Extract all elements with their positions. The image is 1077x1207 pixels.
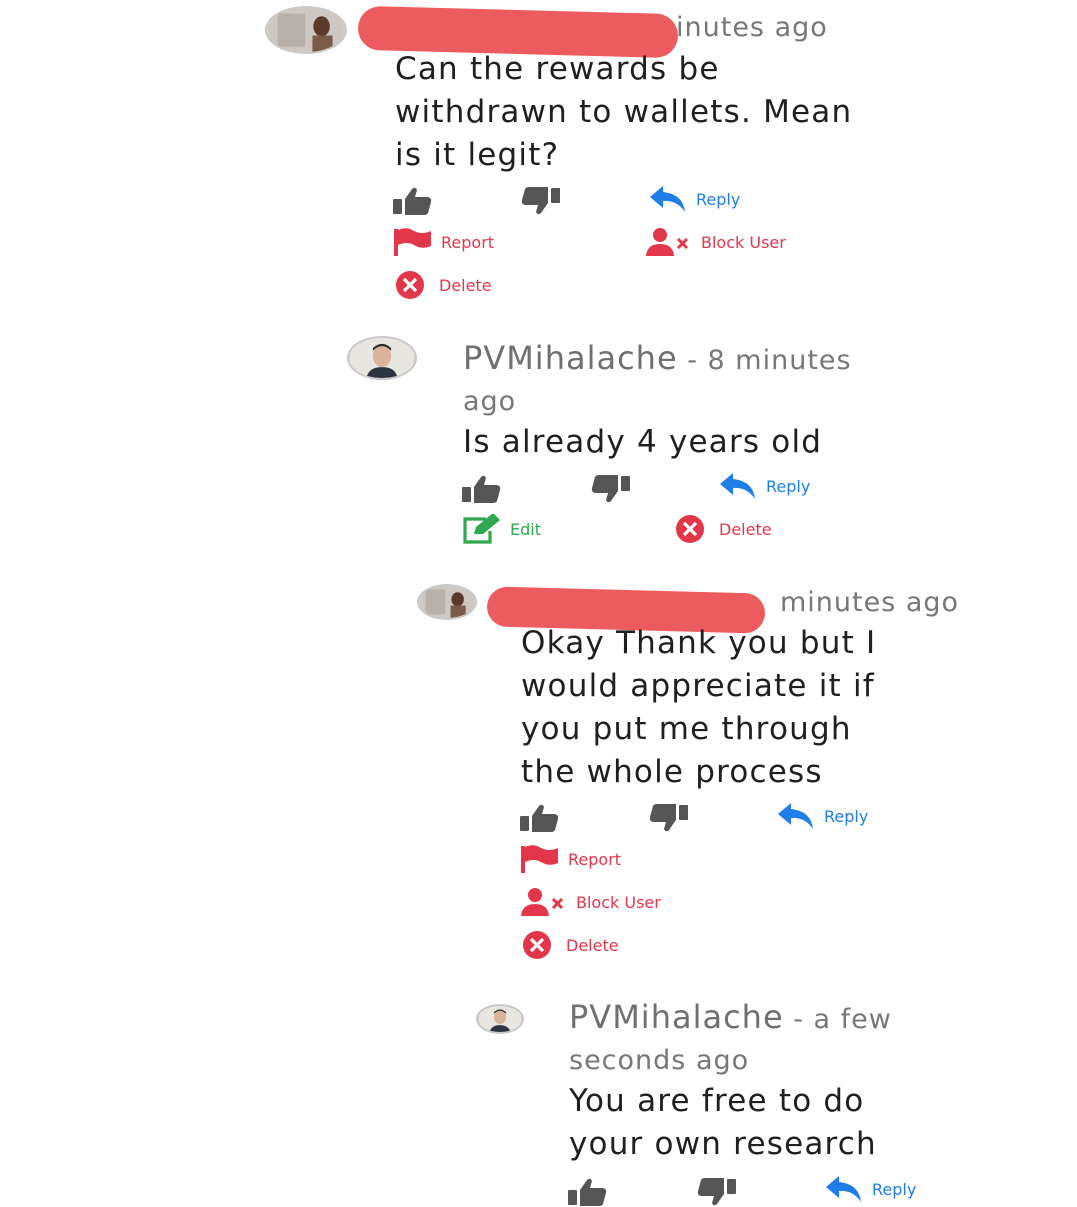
delete-label: Delete: [439, 275, 492, 295]
comment-timestamp-continued: seconds ago: [569, 1045, 750, 1076]
thumbs-up-icon: [462, 475, 501, 503]
dislike-button[interactable]: [648, 803, 688, 833]
report-button[interactable]: Report: [520, 844, 621, 874]
comment-text-line: withdrawn to wallets. Mean: [395, 94, 853, 130]
comment-text-line: the whole process: [521, 754, 823, 790]
times-circle-icon: [523, 931, 551, 959]
comment-timestamp: inutes ago: [676, 12, 828, 43]
comment-timestamp: minutes ago: [780, 587, 960, 618]
comment-timestamp-continued: ago: [463, 386, 517, 417]
delete-button[interactable]: Delete: [520, 930, 619, 960]
user-photo: [479, 1006, 521, 1032]
user-photo: [268, 8, 344, 52]
comment-text-line: your own research: [569, 1126, 877, 1162]
like-button[interactable]: [462, 474, 502, 504]
delete-label: Delete: [566, 935, 619, 955]
comment-text: Okay Thank you but I would appreciate it…: [521, 622, 1041, 794]
thumbs-down-icon: [591, 475, 630, 503]
block-user-label: Block User: [701, 232, 786, 252]
reply-label: Reply: [766, 476, 811, 496]
report-label: Report: [441, 232, 495, 252]
comment-text: Can the rewards be withdrawn to wallets.…: [395, 48, 1035, 177]
comment-meta: PVMihalache - a few: [569, 998, 892, 1036]
reply-button[interactable]: Reply: [718, 471, 810, 501]
avatar[interactable]: [417, 584, 477, 620]
user-photo: [420, 586, 474, 618]
block-user-button[interactable]: Block User: [645, 227, 786, 257]
reply-label: Reply: [696, 189, 741, 209]
flag-icon: [521, 845, 558, 873]
comment-timestamp: - a few: [783, 1004, 892, 1035]
avatar[interactable]: [476, 1004, 524, 1034]
dislike-button[interactable]: [520, 186, 560, 216]
reply-button[interactable]: Reply: [776, 801, 868, 831]
thumbs-up-icon: [520, 804, 559, 832]
reply-arrow-icon: [778, 803, 813, 829]
delete-label: Delete: [719, 519, 772, 539]
comment-text-line: you put me through: [521, 711, 852, 747]
comment-text-line: is it legit?: [395, 137, 560, 173]
delete-button[interactable]: Delete: [673, 514, 772, 544]
block-user-button[interactable]: Block User: [520, 887, 661, 917]
reply-arrow-icon: [650, 186, 685, 212]
user-photo: [350, 338, 414, 378]
times-circle-icon: [676, 515, 704, 543]
reply-label: Reply: [824, 806, 869, 826]
comment-text-line: would appreciate it if: [521, 668, 875, 704]
report-label: Report: [568, 849, 622, 869]
comment-text: You are free to do your own research: [569, 1080, 1049, 1166]
like-button[interactable]: [520, 803, 560, 833]
dislike-button[interactable]: [590, 474, 630, 504]
thumbs-up-icon: [393, 187, 432, 215]
user-times-icon: [646, 228, 689, 256]
like-button[interactable]: [393, 186, 433, 216]
thumbs-down-icon: [649, 804, 688, 832]
comment-text-line: Okay Thank you but I: [521, 625, 877, 661]
comment-text-line: Can the rewards be: [395, 51, 720, 87]
like-button[interactable]: [568, 1177, 608, 1207]
comment-author[interactable]: PVMihalache: [463, 339, 678, 377]
report-button[interactable]: Report: [393, 227, 494, 257]
edit-icon: [463, 514, 500, 544]
comment-text-line: Is already 4 years old: [463, 424, 823, 460]
reply-arrow-icon: [720, 473, 755, 499]
user-times-icon: [521, 888, 564, 916]
edit-button[interactable]: Edit: [462, 514, 541, 544]
comment-timestamp: - 8 minutes: [677, 345, 852, 376]
comment-author[interactable]: PVMihalache: [569, 998, 784, 1036]
reply-label: Reply: [872, 1179, 917, 1199]
block-user-label: Block User: [576, 892, 661, 912]
thumbs-down-icon: [697, 1178, 736, 1206]
thumbs-down-icon: [521, 187, 560, 215]
thumbs-up-icon: [568, 1178, 607, 1206]
comment-text: Is already 4 years old: [463, 421, 1053, 464]
reply-button[interactable]: Reply: [648, 184, 740, 214]
delete-button[interactable]: Delete: [393, 270, 492, 300]
comment-text-line: You are free to do: [569, 1083, 865, 1119]
edit-label: Edit: [510, 519, 541, 539]
avatar[interactable]: [265, 6, 347, 54]
flag-icon: [394, 228, 431, 256]
comment-meta: PVMihalache - 8 minutes: [463, 339, 852, 377]
dislike-button[interactable]: [696, 1177, 736, 1207]
times-circle-icon: [396, 271, 424, 299]
avatar[interactable]: [347, 336, 417, 380]
